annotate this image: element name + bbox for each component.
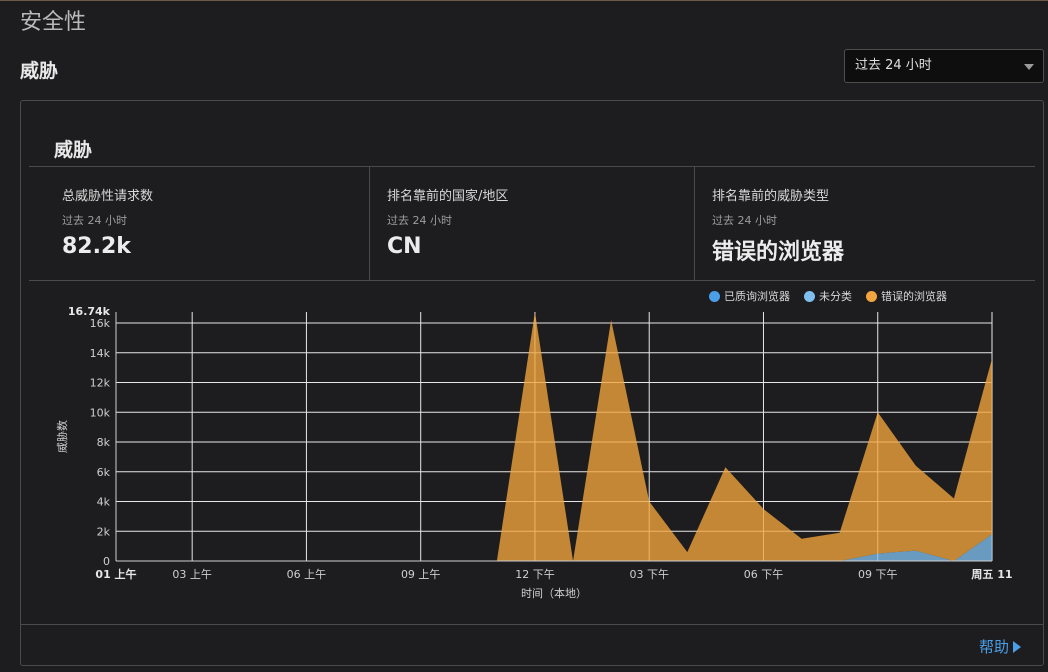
stat-value: CN <box>387 234 422 259</box>
stat-value: 错误的浏览器 <box>712 240 845 265</box>
divider <box>29 166 1035 167</box>
divider <box>694 167 695 280</box>
page-title: 安全性 <box>20 10 87 35</box>
x-tick-label: 09 上午 <box>401 568 441 581</box>
x-tick-label: 12 下午 <box>515 568 555 581</box>
stat-label: 排名靠前的威胁类型 <box>712 189 830 204</box>
x-tick-label: 06 下午 <box>744 568 784 581</box>
y-max-label: 16.74k <box>68 305 111 318</box>
stat-period: 过去 24 小时 <box>712 214 777 227</box>
y-tick-label: 4k <box>97 496 111 509</box>
y-tick-label: 0 <box>103 555 110 568</box>
stat-period: 过去 24 小时 <box>387 214 452 227</box>
x-tick-label: 03 上午 <box>172 568 212 581</box>
panel-title: 威胁 <box>54 139 93 161</box>
y-tick-label: 6k <box>97 466 111 479</box>
stat-total-threats: 总威胁性请求数 过去 24 小时 82.2k <box>62 185 153 259</box>
x-tick-label: 周五 11 <box>971 568 1012 581</box>
stat-label: 总威胁性请求数 <box>62 189 154 204</box>
x-tick-label: 03 下午 <box>629 568 669 581</box>
stat-value: 82.2k <box>62 234 131 259</box>
y-tick-label: 12k <box>90 377 111 390</box>
y-tick-label: 8k <box>97 436 111 449</box>
y-tick-label: 2k <box>97 525 111 538</box>
threats-chart: 0 2k 4k 6k 8k 10k 12k 14k 16k16.74k 01 上午 03 上午 06 … <box>55 305 1013 600</box>
legend-dot-icon <box>804 290 815 302</box>
stat-period: 过去 24 小时 <box>62 214 127 227</box>
y-axis-title: 威胁数 <box>55 420 69 453</box>
section-title: 威胁 <box>20 60 59 82</box>
legend-dot-icon <box>709 290 720 302</box>
y-tick-label: 14k <box>90 347 111 360</box>
time-range-value: 过去 24 小时 <box>855 58 932 73</box>
y-tick-label: 16k <box>90 317 111 330</box>
stat-label: 排名靠前的国家/地区 <box>387 189 509 204</box>
divider <box>21 624 1043 625</box>
x-tick-label: 09 下午 <box>858 568 898 581</box>
y-tick-label: 10k <box>90 406 111 419</box>
divider <box>29 280 1035 281</box>
stat-top-country: 排名靠前的国家/地区 过去 24 小时 CN <box>387 185 508 259</box>
stat-top-threat-type: 排名靠前的威胁类型 过去 24 小时 错误的浏览器 <box>712 185 844 266</box>
help-link[interactable]: 帮助 <box>979 636 1022 657</box>
divider <box>369 167 370 280</box>
threats-panel: 威胁 总威胁性请求数 过去 24 小时 82.2k 排名靠前的国家/地区 过去 … <box>20 100 1044 666</box>
time-range-select[interactable]: 过去 24 小时 <box>844 49 1044 83</box>
area-series <box>116 312 992 561</box>
x-axis-title: 时间（本地） <box>521 586 587 600</box>
x-tick-label: 01 上午 <box>95 567 136 581</box>
play-arrow-icon <box>1013 640 1022 653</box>
chevron-down-icon <box>1024 64 1034 70</box>
top-border <box>0 0 1048 1</box>
help-label: 帮助 <box>979 638 1010 656</box>
x-tick-label: 06 上午 <box>287 568 327 581</box>
legend-dot-icon <box>866 290 877 302</box>
